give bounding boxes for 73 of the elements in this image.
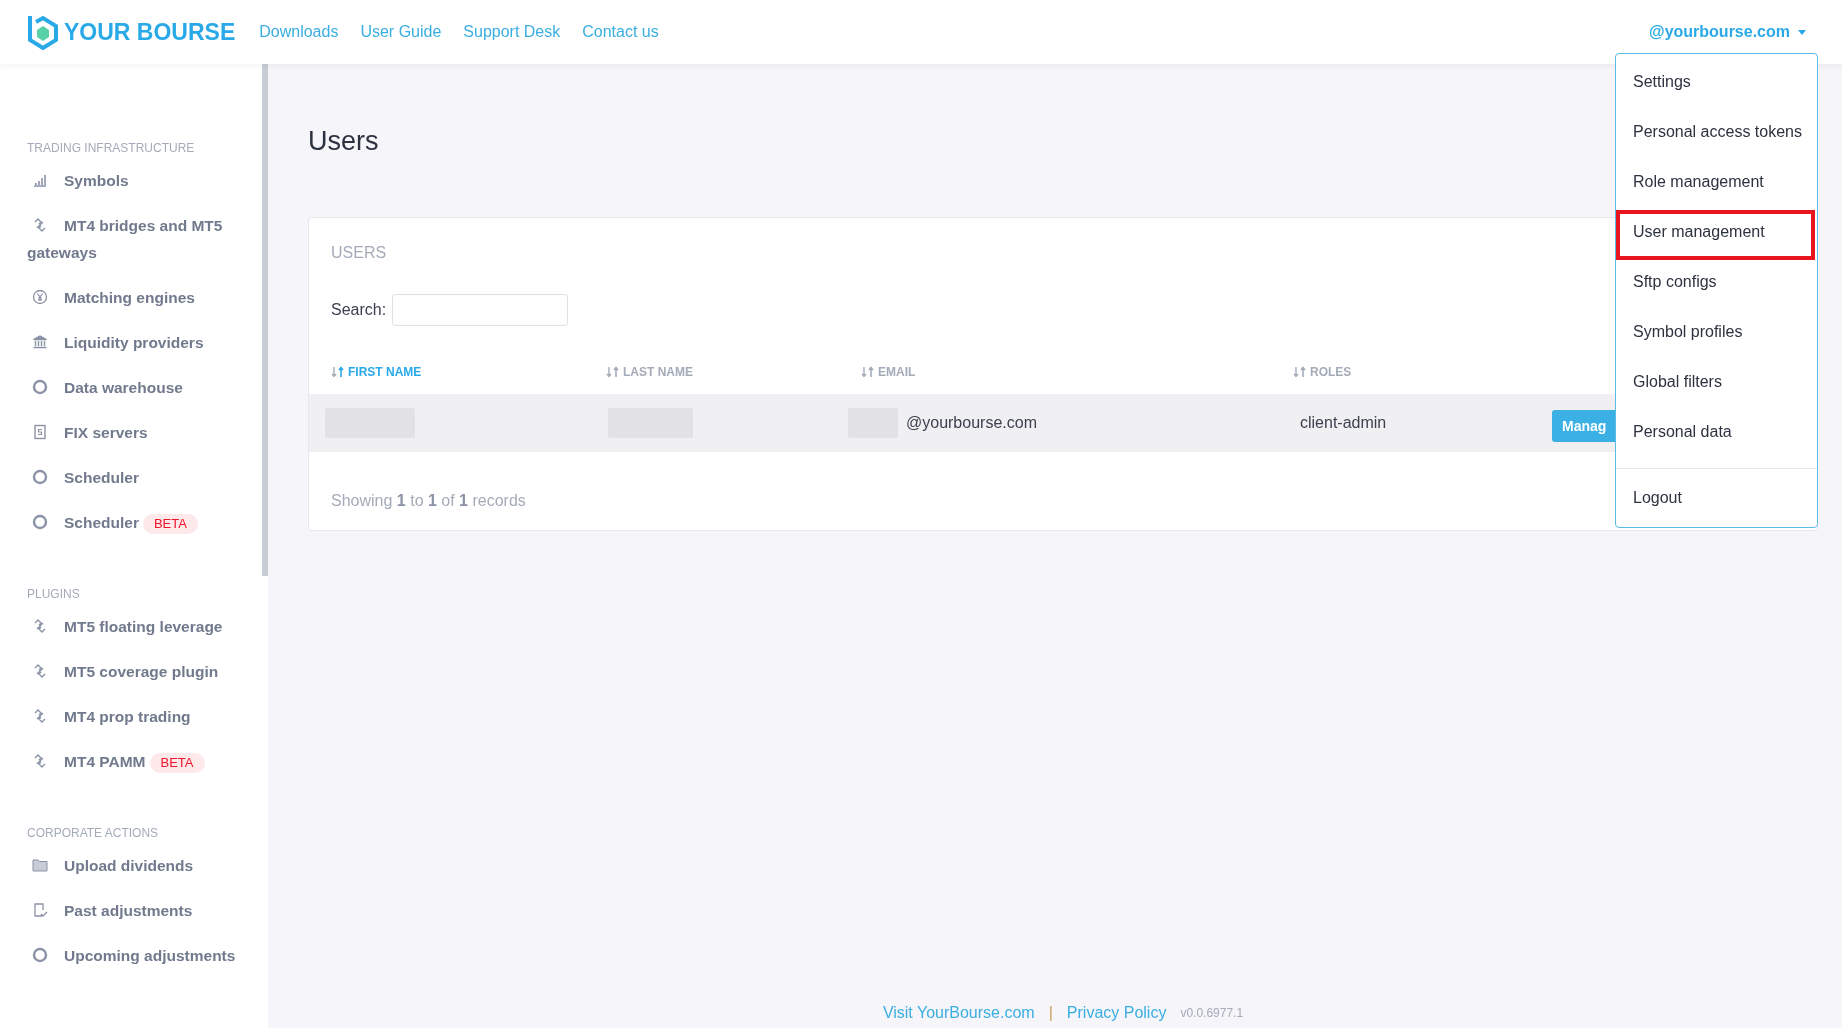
section-heading: PLUGINS <box>27 587 80 601</box>
roles-cell-text: client-admin <box>1300 414 1388 432</box>
sidebar-item[interactable]: Past adjustments <box>27 897 259 924</box>
checked-document-icon <box>32 902 48 918</box>
sort-arrows-icon <box>1293 366 1307 378</box>
records-summary: Showing 1 to 1 of 1 records <box>331 492 526 510</box>
card-title: USERS <box>331 244 387 262</box>
search-label: Search: <box>331 301 387 319</box>
sort-arrows-icon <box>606 366 620 378</box>
manage-button[interactable]: Manag <box>1552 410 1617 442</box>
sidebar-item[interactable]: Symbols <box>27 167 259 194</box>
section-heading: CORPORATE ACTIONS <box>27 826 159 840</box>
email-cell: @yourbourse.com <box>906 414 1037 432</box>
section-heading: TRADING INFRASTRUCTURE <box>27 141 195 155</box>
nav-link[interactable]: Contact us <box>582 23 659 41</box>
caret-icon <box>1798 29 1806 35</box>
yen-icon <box>32 289 48 305</box>
sidebar-item[interactable]: Data warehouse <box>27 374 259 401</box>
menu-item[interactable]: Sftp configs <box>1616 260 1817 310</box>
menu-item[interactable]: Global filters <box>1616 360 1817 410</box>
column-header[interactable]: ROLES <box>1293 365 1352 379</box>
circle-icon <box>32 514 48 530</box>
nav-link[interactable]: User Guide <box>360 23 442 41</box>
account-menu[interactable]: @yourbourse.com <box>1649 23 1806 41</box>
sort-arrows-icon <box>861 366 875 378</box>
column-header[interactable]: FIRST NAME <box>331 365 422 379</box>
menu-item[interactable]: Symbol profiles <box>1616 310 1817 360</box>
sidebar-item[interactable]: Upcoming adjustments <box>27 942 259 969</box>
column-header[interactable]: EMAIL <box>861 365 916 379</box>
link-icon <box>32 217 48 233</box>
document-icon <box>32 424 48 440</box>
sidebar-item[interactable]: Scheduler BETA <box>27 509 259 536</box>
link-icon <box>32 618 48 634</box>
sidebar-item[interactable]: FIX servers <box>27 419 259 446</box>
menu-item[interactable]: User management <box>1616 210 1815 260</box>
circle-icon <box>32 379 48 395</box>
menu-item[interactable]: Logout <box>1616 469 1817 527</box>
nav-link[interactable]: Downloads <box>259 23 339 41</box>
sidebar-item[interactable]: MT5 floating leverage <box>27 613 259 640</box>
sort-arrows-icon <box>331 366 345 378</box>
menu-item[interactable]: Personal access tokens <box>1616 110 1817 160</box>
scrollbar[interactable] <box>262 64 268 576</box>
separator: | <box>1048 1004 1053 1022</box>
folder-icon <box>32 857 48 873</box>
sidebar-item[interactable]: Liquidity providers <box>27 329 259 356</box>
nav-link[interactable]: Support Desk <box>463 23 561 41</box>
logo-icon <box>28 14 58 50</box>
footer-link[interactable]: Privacy Policy <box>1066 1004 1167 1022</box>
logo-text: YOUR BOURSE <box>64 18 236 46</box>
bar-chart-icon <box>32 172 48 188</box>
link-icon <box>32 708 48 724</box>
sidebar-item[interactable]: MT4 PAMM BETA <box>27 748 259 775</box>
circle-icon <box>32 947 48 963</box>
sidebar-item[interactable]: Scheduler <box>27 464 259 491</box>
sidebar-item[interactable]: MT4 bridges and MT5 gateways <box>27 212 259 266</box>
sidebar-item[interactable]: MT4 prop trading <box>27 703 259 730</box>
sidebar-item[interactable]: Matching engines <box>27 284 259 311</box>
menu-item[interactable]: Role management <box>1616 160 1817 210</box>
beta-badge: BETA <box>149 753 205 773</box>
link-icon <box>32 663 48 679</box>
menu-item[interactable]: Personal data <box>1616 410 1817 460</box>
search-field[interactable] <box>392 294 569 326</box>
circle-icon <box>32 469 48 485</box>
beta-badge: BETA <box>142 514 198 534</box>
menu-item[interactable]: Settings <box>1616 60 1817 110</box>
version-label: v0.0.6977.1 <box>1180 1006 1244 1020</box>
page-title: Users <box>308 126 379 157</box>
column-header[interactable]: LAST NAME <box>606 365 693 379</box>
link-icon <box>32 753 48 769</box>
sidebar-item[interactable]: Upload dividends <box>27 852 259 879</box>
bank-icon <box>32 334 48 350</box>
sidebar-item[interactable]: MT5 coverage plugin <box>27 658 259 685</box>
footer-link[interactable]: Visit YourBourse.com <box>882 1004 1035 1022</box>
